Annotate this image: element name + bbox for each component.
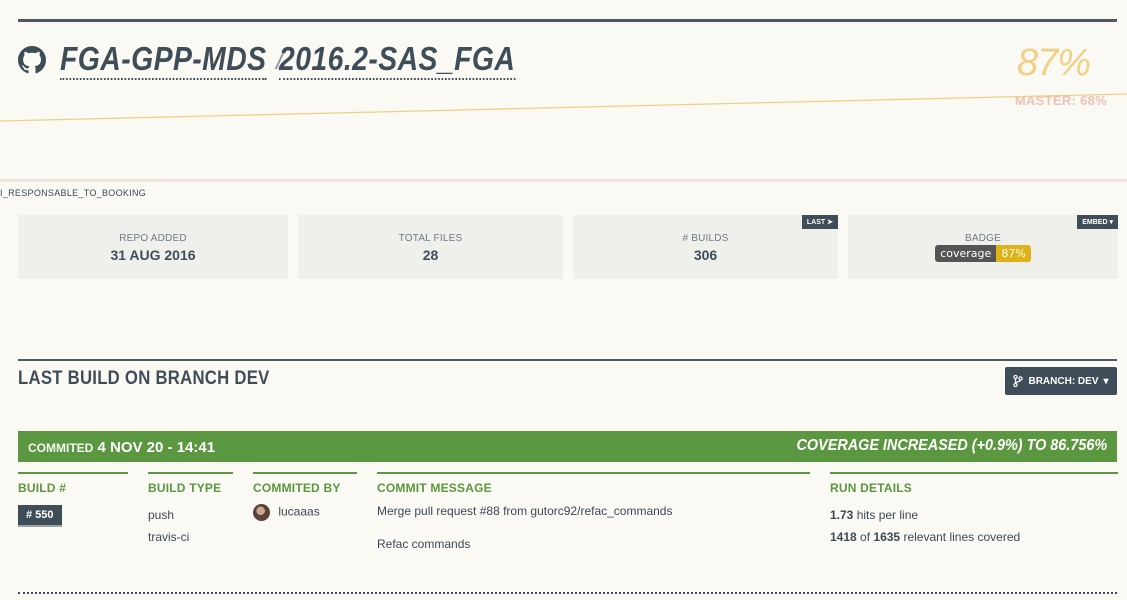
branch-name: I_RESPONSABLE_TO_BOOKING — [0, 188, 147, 198]
coverage-trend-line — [0, 93, 1127, 122]
badge-right: 87% — [996, 245, 1031, 262]
committed-label: COMMITED — [28, 441, 94, 455]
coverage-badge[interactable]: coverage 87% — [935, 245, 1031, 262]
relevant-value: 1635 — [873, 530, 901, 544]
branch-icon — [1013, 375, 1024, 387]
build-number-column: BUILD # # 550 — [18, 472, 128, 525]
committed-by-column: COMMITED BY lucaaas — [253, 472, 357, 521]
stat-badge: EMBED ▾ BADGE coverage 87% — [848, 215, 1118, 279]
committed-at: 4 NOV 20 - 14:41 — [97, 439, 216, 456]
section-divider — [18, 359, 1117, 361]
stat-label: BADGE — [964, 233, 1001, 244]
stat-label: TOTAL FILES — [398, 233, 463, 244]
lines-covered: 1418 of 1635 relevant lines covered — [830, 530, 1118, 544]
stat-label: # BUILDS — [682, 233, 729, 244]
badge-left: coverage — [935, 245, 997, 262]
commit-message-line: Refac commands — [377, 537, 471, 551]
column-heading: RUN DETAILS — [830, 472, 1118, 495]
commit-message-line: Merge pull request #88 from gutorc92/ref… — [377, 504, 673, 518]
hits-value: 1.73 — [830, 508, 854, 522]
build-type-value: push — [148, 508, 175, 522]
column-heading: BUILD TYPE — [148, 472, 233, 495]
last-build-label: LAST — [806, 219, 826, 226]
section-title: LAST BUILD ON BRANCH DEV — [18, 368, 270, 389]
embed-label: EMBED — [1082, 219, 1108, 226]
run-details-column: RUN DETAILS 1.73 hits per line 1418 of 1… — [830, 472, 1118, 544]
build-status-bar: COMMITED 4 NOV 20 - 14:41 COVERAGE INCRE… — [18, 431, 1117, 462]
build-type-value: travis-ci — [148, 530, 190, 544]
hits-per-line: 1.73 hits per line — [830, 508, 1118, 522]
covered-value: 1418 — [830, 530, 857, 544]
commit-time: COMMITED 4 NOV 20 - 14:41 — [28, 439, 215, 456]
caret-down-icon: ▾ — [1109, 219, 1113, 226]
avatar — [253, 504, 270, 521]
stat-value: 306 — [693, 247, 718, 263]
hits-text: hits per line — [856, 508, 919, 522]
stat-value: 28 — [422, 247, 439, 263]
caret-down-icon: ▾ — [1103, 375, 1109, 387]
stat-repo-added: REPO ADDED 31 AUG 2016 — [18, 215, 288, 279]
commit-message-column: COMMIT MESSAGE Merge pull request #88 fr… — [377, 472, 810, 551]
column-heading: COMMITED BY — [253, 472, 357, 495]
column-heading: COMMIT MESSAGE — [377, 472, 810, 495]
repo-header: FGA-GPP-MDS / 2016.2-SAS_FGA — [18, 40, 554, 80]
coverage-percent: 87% — [1016, 42, 1091, 84]
relevant-text: relevant lines covered — [903, 530, 1021, 544]
of-text: of — [860, 530, 871, 544]
stat-value: 31 AUG 2016 — [110, 247, 196, 263]
arrow-right-icon: ➤ — [827, 219, 833, 226]
stat-label: REPO ADDED — [119, 233, 187, 244]
top-border — [18, 19, 1117, 22]
repo-owner-link[interactable]: FGA-GPP-MDS — [60, 40, 267, 80]
stat-builds: LAST ➤ # BUILDS 306 — [573, 215, 838, 279]
coverage-change: COVERAGE INCREASED (+0.9%) TO 86.756% — [796, 437, 1107, 454]
embed-button[interactable]: EMBED ▾ — [1077, 215, 1118, 229]
column-heading: BUILD # — [18, 472, 128, 495]
github-icon — [18, 46, 46, 74]
repo-name-link[interactable]: 2016.2-SAS_FGA — [279, 40, 516, 80]
stat-total-files: TOTAL FILES 28 — [298, 215, 563, 279]
build-type-column: BUILD TYPE push travis-ci — [148, 472, 233, 544]
branch-select-label: BRANCH: DEV — [1028, 375, 1099, 387]
header-divider — [0, 179, 1127, 182]
last-build-button[interactable]: LAST ➤ — [801, 215, 838, 229]
branch-select-button[interactable]: BRANCH: DEV ▾ — [1005, 367, 1117, 395]
build-number-link[interactable]: # 550 — [18, 505, 62, 525]
committer-name: lucaaas — [278, 504, 320, 519]
bottom-divider — [18, 592, 1117, 594]
